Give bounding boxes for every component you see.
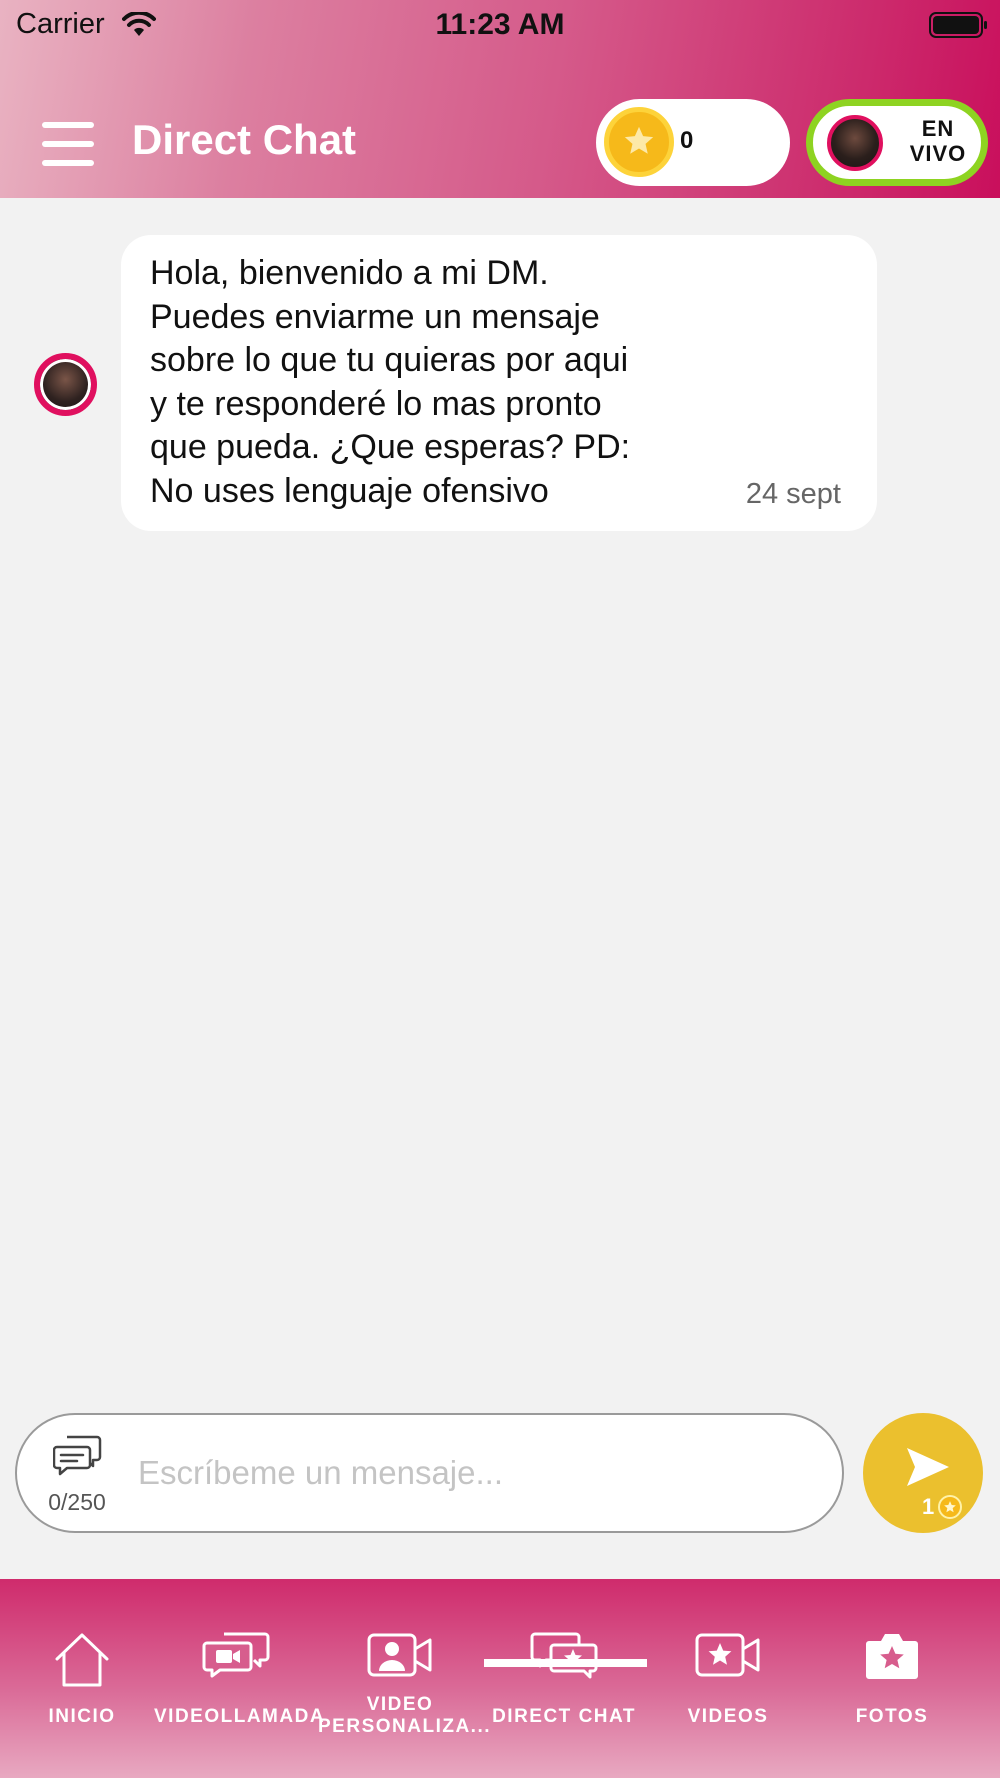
status-time: 11:23 AM xyxy=(435,8,565,41)
tab-fotos[interactable]: FOTOS xyxy=(810,1579,974,1769)
photos-icon xyxy=(866,1634,918,1679)
videos-icon xyxy=(695,1633,760,1677)
tab-label: VIDEOS xyxy=(687,1706,769,1727)
active-tab-indicator xyxy=(484,1659,647,1667)
live-button[interactable]: EN VIVO xyxy=(806,99,988,186)
coin-balance-button[interactable]: 0 xyxy=(596,99,790,186)
app-header: Carrier 11:23 AM Direct Chat 0 EN VIVO xyxy=(0,0,1000,198)
tab-bar: INICIO VIDEOLLAMADA VIDEO PERSONALIZA...… xyxy=(0,1579,1000,1778)
menu-button[interactable] xyxy=(40,120,96,168)
tab-videollamada[interactable]: VIDEOLLAMADA xyxy=(154,1579,326,1769)
sender-avatar[interactable] xyxy=(34,353,97,416)
creator-avatar xyxy=(827,115,883,171)
tab-label: VIDEO PERSONALIZA... xyxy=(318,1694,492,1737)
page-title: Direct Chat xyxy=(132,116,357,163)
tab-label: VIDEOLLAMADA xyxy=(154,1706,326,1727)
star-coin-icon xyxy=(938,1495,962,1519)
hamburger-icon xyxy=(42,122,94,128)
send-icon xyxy=(907,1448,949,1486)
tab-videos[interactable]: VIDEOS xyxy=(646,1579,810,1769)
message-composer[interactable]: 0/250 xyxy=(15,1413,844,1533)
custom-video-icon xyxy=(367,1633,432,1677)
tab-inicio[interactable]: INICIO xyxy=(0,1579,164,1769)
status-bar: Carrier 11:23 AM xyxy=(0,0,1000,50)
tab-direct-chat[interactable]: DIRECT CHAT xyxy=(482,1579,646,1769)
tab-video-personalizado[interactable]: VIDEO PERSONALIZA... xyxy=(318,1579,492,1769)
message-timestamp: 24 sept xyxy=(745,478,841,510)
video-call-icon xyxy=(202,1632,270,1678)
character-counter: 0/250 xyxy=(48,1489,106,1515)
coin-count: 0 xyxy=(680,127,694,154)
live-label: EN VIVO xyxy=(909,116,967,166)
send-cost: 1 xyxy=(922,1494,935,1519)
tab-label: DIRECT CHAT xyxy=(492,1706,636,1727)
message-bubble: Hola, bienvenido a mi DM. Puedes enviarm… xyxy=(121,235,877,531)
tab-label: INICIO xyxy=(48,1706,116,1727)
star-coin-icon xyxy=(604,107,674,177)
direct-chat-icon xyxy=(530,1632,598,1679)
home-icon xyxy=(55,1633,109,1687)
chat-bubbles-icon xyxy=(53,1435,102,1476)
message-text: Hola, bienvenido a mi DM. Puedes enviarm… xyxy=(150,254,631,510)
tab-label: FOTOS xyxy=(855,1706,929,1727)
battery-icon xyxy=(929,12,987,38)
message-input[interactable] xyxy=(138,1449,808,1497)
send-button[interactable]: 1 xyxy=(863,1413,983,1533)
